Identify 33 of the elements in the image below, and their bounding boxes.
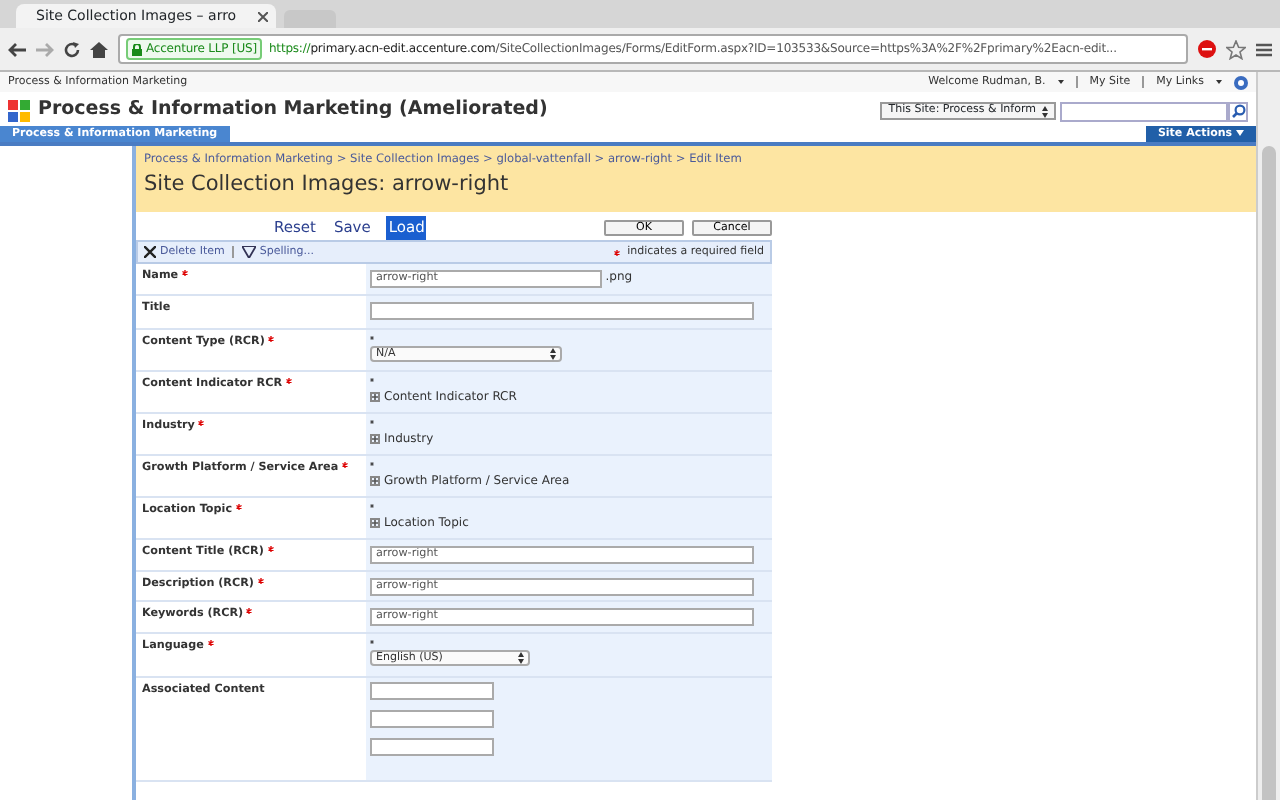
help-icon[interactable] (1234, 75, 1248, 89)
caret-icon (1057, 80, 1064, 84)
dropdown-arrows-icon (1042, 105, 1048, 117)
caret-icon (1236, 129, 1244, 136)
page-title: Site Collection Images: arrow-right (144, 169, 511, 200)
expand-icon[interactable] (370, 518, 380, 528)
dropdown-arrows-icon (550, 348, 556, 360)
text-field[interactable] (370, 738, 494, 756)
expand-icon[interactable] (370, 476, 380, 486)
star-icon[interactable] (1226, 39, 1246, 59)
expand-icon[interactable] (370, 392, 380, 402)
search-button[interactable] (1228, 101, 1248, 121)
dropdown-arrows-icon (518, 652, 524, 664)
text-field[interactable] (370, 301, 754, 319)
search-field[interactable] (1060, 101, 1228, 121)
menu-icon[interactable] (1256, 41, 1272, 57)
back-icon[interactable] (8, 41, 26, 57)
search-icon (1231, 104, 1245, 118)
scrollbar-thumb[interactable] (1262, 146, 1276, 800)
close-icon[interactable] (258, 11, 268, 21)
reload-icon[interactable] (64, 41, 80, 57)
site-logo-icon (8, 100, 30, 122)
spelling-icon (241, 246, 256, 258)
stop-icon[interactable] (1198, 40, 1216, 58)
asterisk-icon (613, 249, 620, 255)
caret-icon (1216, 80, 1222, 84)
text-field[interactable] (370, 682, 494, 700)
home-icon[interactable] (90, 41, 108, 57)
site-title: Process & Information Marketing (Ameliorated) (38, 96, 548, 125)
text-field[interactable] (370, 710, 494, 728)
expand-icon[interactable] (370, 434, 380, 444)
lock-icon (132, 43, 142, 55)
delete-icon (144, 246, 156, 258)
